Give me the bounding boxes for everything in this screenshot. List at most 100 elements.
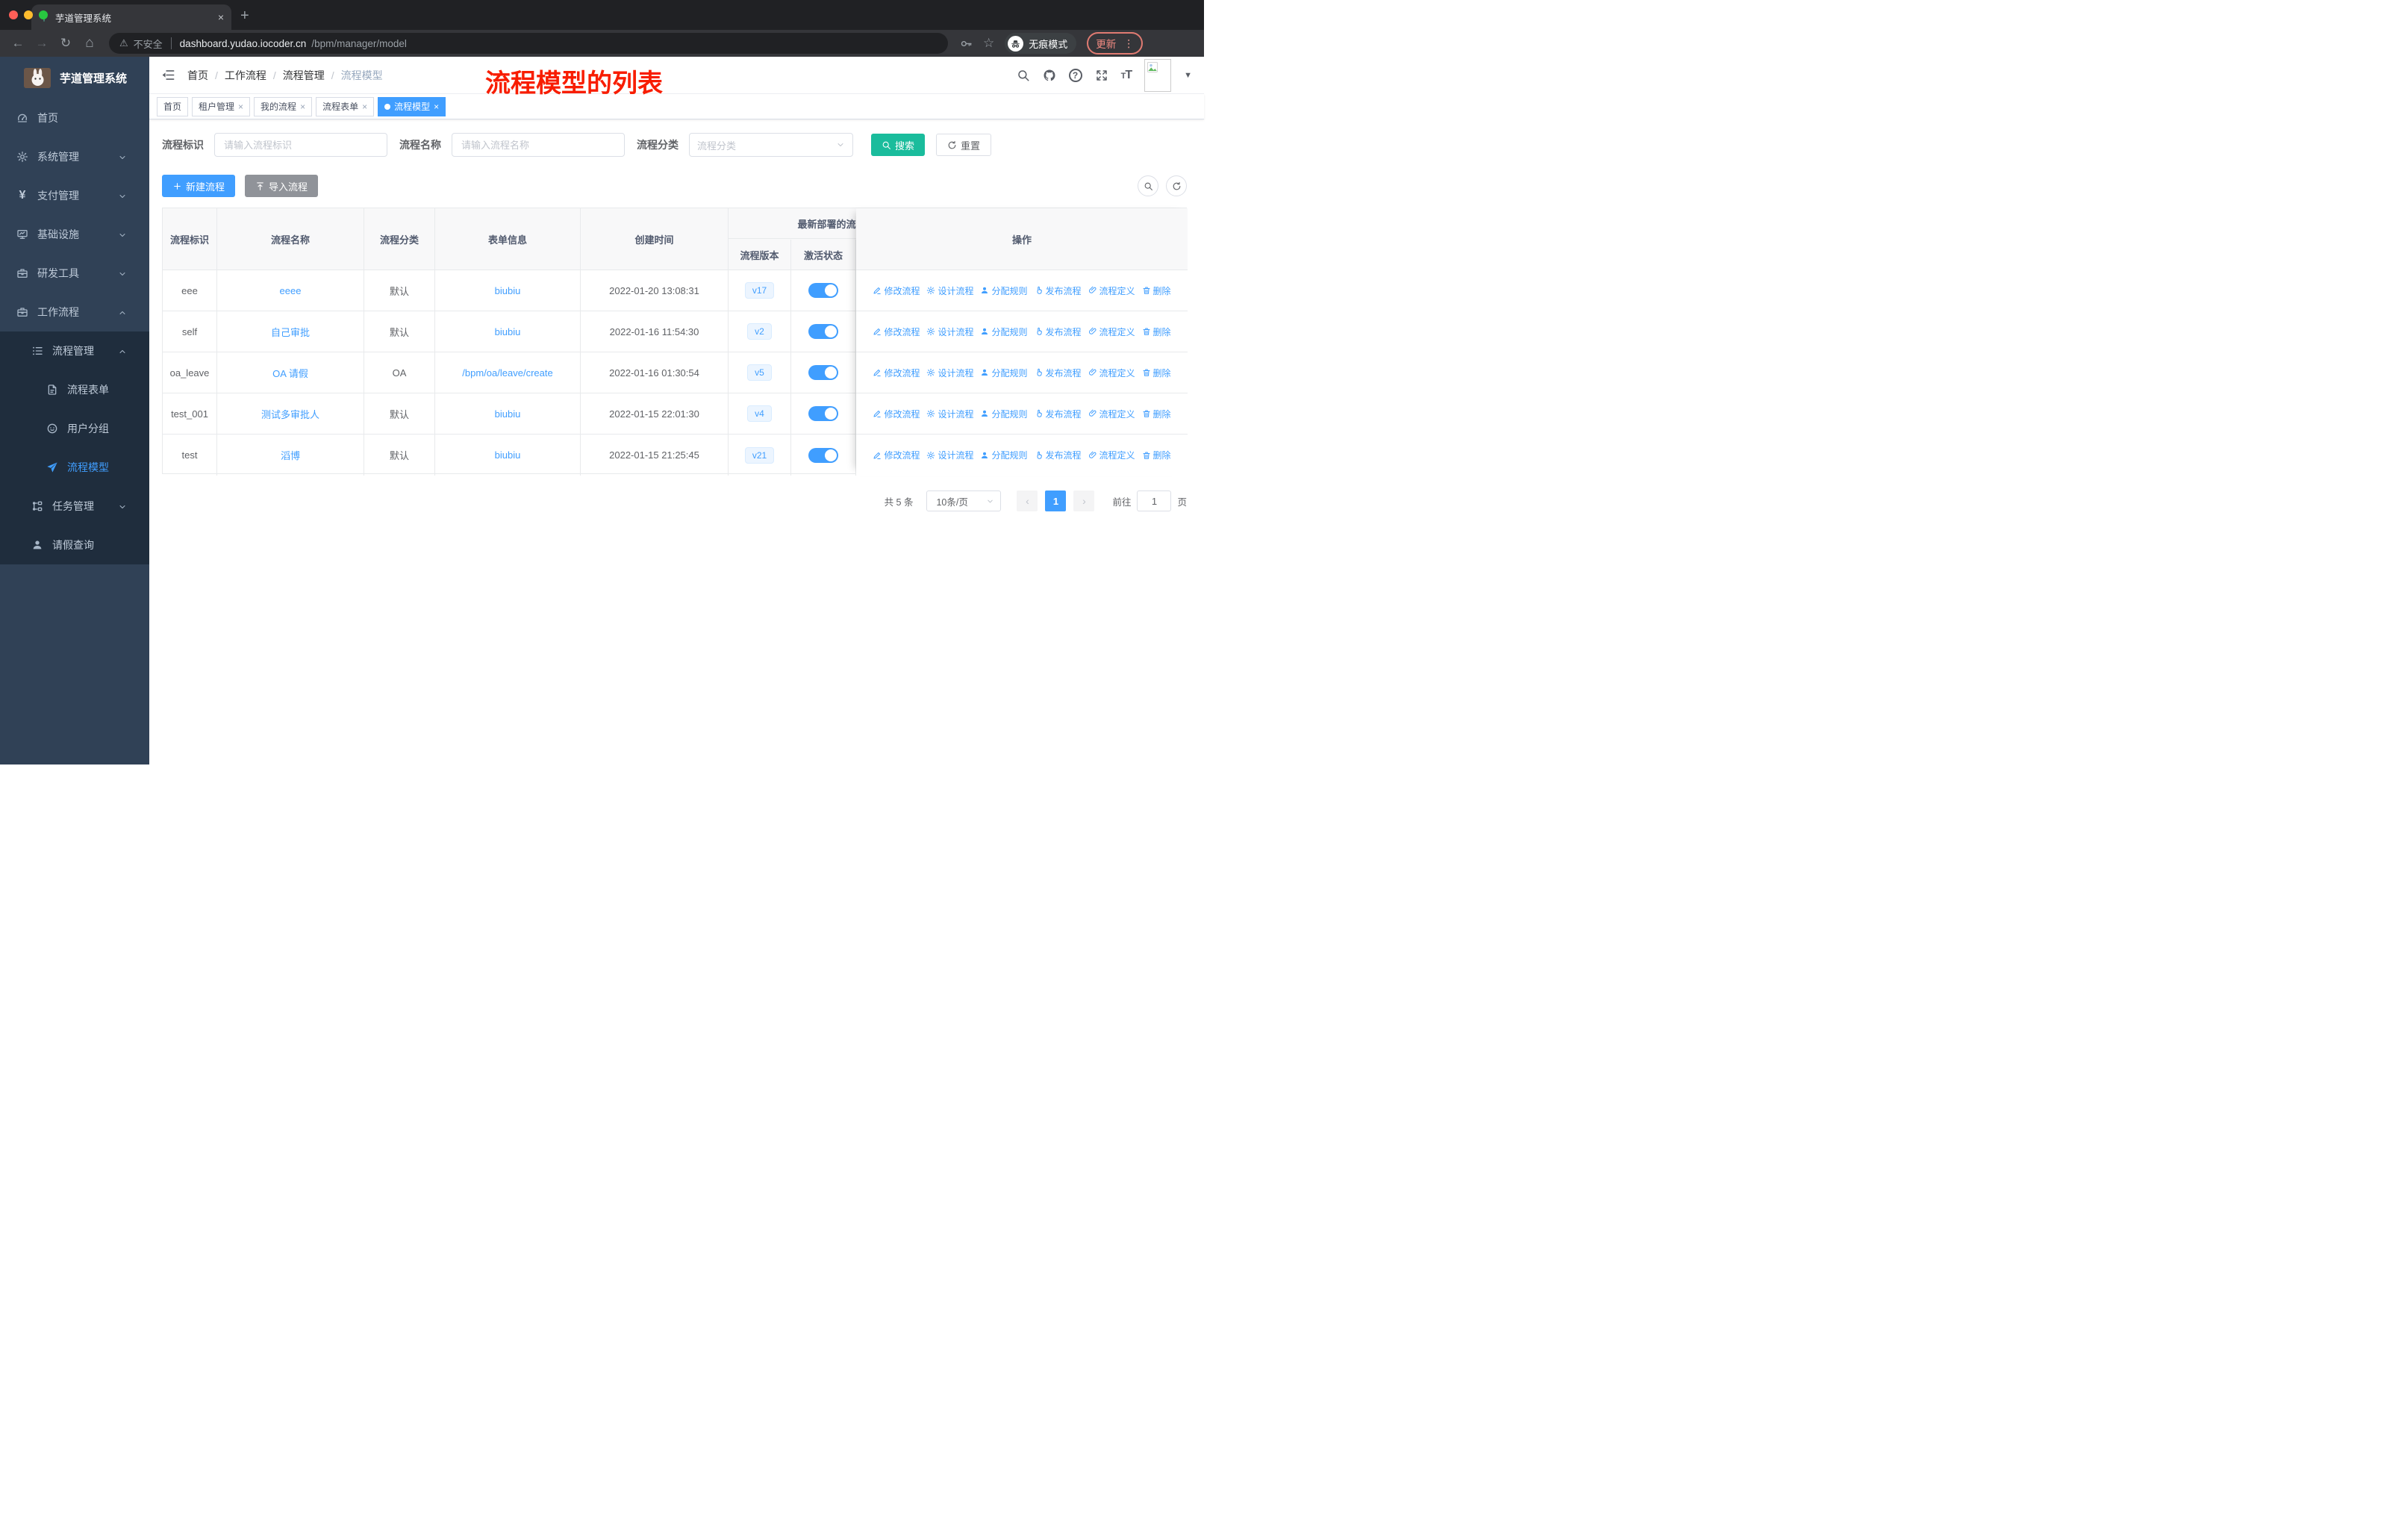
action-trash-link[interactable]: 删除 [1142,284,1171,297]
action-gear-link[interactable]: 设计流程 [926,326,973,338]
create-process-button[interactable]: 新建流程 [162,175,236,197]
action-user-link[interactable]: 分配规则 [980,326,1028,338]
sidebar-item-system[interactable]: 系统管理 [0,137,149,176]
tag-tab-首页[interactable]: 首页 [157,96,189,116]
address-bar[interactable]: ⚠ 不安全 dashboard.yudao.iocoder.cn/bpm/man… [109,33,948,54]
font-size-icon[interactable]: TT [1121,69,1132,82]
user-avatar[interactable] [1144,58,1172,92]
home-icon[interactable]: ⌂ [79,35,100,52]
name-filter-input[interactable] [452,133,625,157]
breadcrumb-item[interactable]: 流程管理 [283,68,325,83]
browser-menu-icon[interactable]: ⋮ [1123,37,1134,50]
security-label[interactable]: 不安全 [134,37,163,51]
key-icon[interactable] [960,37,973,50]
breadcrumb-item[interactable]: 首页 [187,68,208,83]
active-toggle[interactable] [808,283,838,298]
sidebar-item-process-model[interactable]: 流程模型 [0,448,149,487]
action-pencil-link[interactable]: 修改流程 [873,284,920,297]
action-paperclip-link[interactable]: 流程定义 [1088,449,1135,461]
action-gear-link[interactable]: 设计流程 [926,367,973,379]
action-trash-link[interactable]: 删除 [1142,408,1171,420]
sidebar-item-pay[interactable]: ¥ 支付管理 [0,176,149,215]
version-badge[interactable]: v2 [747,323,772,340]
close-tab-icon[interactable]: × [218,11,224,23]
back-icon[interactable]: ← [7,36,28,51]
process-name-link[interactable]: OA 请假 [272,366,308,380]
action-paperclip-link[interactable]: 流程定义 [1088,408,1135,420]
category-filter-select[interactable]: 流程分类 [689,133,853,157]
form-info-link[interactable]: biubiu [495,326,521,337]
active-toggle[interactable] [808,365,838,380]
tag-tab-流程模型[interactable]: 流程模型 × [378,96,446,116]
forward-icon[interactable]: → [31,36,52,51]
github-icon[interactable] [1043,69,1056,82]
tag-tab-租户管理[interactable]: 租户管理 × [192,96,251,116]
active-toggle[interactable] [808,406,838,421]
new-tab-button[interactable]: + [240,4,249,27]
breadcrumb-item[interactable]: 工作流程 [225,68,266,83]
action-user-link[interactable]: 分配规则 [980,284,1028,297]
form-info-link[interactable]: biubiu [495,285,521,296]
active-toggle[interactable] [808,447,838,463]
action-hand-link[interactable]: 发布流程 [1035,284,1082,297]
action-hand-link[interactable]: 发布流程 [1035,408,1082,420]
action-pencil-link[interactable]: 修改流程 [873,326,920,338]
action-hand-link[interactable]: 发布流程 [1035,449,1082,461]
close-tag-icon[interactable]: × [300,102,305,112]
sidebar-item-task-manage[interactable]: 任务管理 [0,487,149,526]
tag-tab-流程表单[interactable]: 流程表单 × [316,96,375,116]
avatar-caret-icon[interactable]: ▼ [1184,71,1192,80]
page-1-button[interactable]: 1 [1045,491,1067,511]
browser-tab[interactable]: 芋道管理系统 × [31,4,231,30]
action-hand-link[interactable]: 发布流程 [1035,367,1082,379]
action-user-link[interactable]: 分配规则 [980,408,1028,420]
close-tag-icon[interactable]: × [238,102,243,112]
action-paperclip-link[interactable]: 流程定义 [1088,326,1135,338]
reset-button[interactable]: 重置 [936,134,992,156]
action-gear-link[interactable]: 设计流程 [926,408,973,420]
goto-page-input[interactable] [1137,491,1172,511]
action-pencil-link[interactable]: 修改流程 [873,449,920,461]
sidebar-item-workflow[interactable]: 工作流程 [0,293,149,331]
close-tag-icon[interactable]: × [434,102,439,112]
action-paperclip-link[interactable]: 流程定义 [1088,284,1135,297]
bookmark-star-icon[interactable]: ☆ [983,36,994,51]
action-user-link[interactable]: 分配规则 [980,449,1028,461]
process-name-link[interactable]: eeee [280,285,302,296]
prev-page-button[interactable]: ‹ [1017,491,1038,511]
active-toggle[interactable] [808,324,838,339]
version-badge[interactable]: v21 [744,446,775,464]
action-paperclip-link[interactable]: 流程定义 [1088,367,1135,379]
version-badge[interactable]: v17 [744,282,775,299]
action-pencil-link[interactable]: 修改流程 [873,408,920,420]
action-gear-link[interactable]: 设计流程 [926,449,973,461]
update-button[interactable]: 更新 ⋮ [1087,32,1144,55]
refresh-table-button[interactable] [1166,175,1187,196]
sidebar-item-leave-query[interactable]: 请假查询 [0,526,149,564]
fullscreen-icon[interactable] [1095,69,1108,82]
sidebar-item-process-manage[interactable]: 流程管理 [0,331,149,370]
search-icon[interactable] [1017,69,1030,82]
version-badge[interactable]: v4 [747,405,772,422]
search-button[interactable]: 搜索 [871,134,926,156]
action-trash-link[interactable]: 删除 [1142,326,1171,338]
process-name-link[interactable]: 测试多审批人 [261,407,319,421]
action-gear-link[interactable]: 设计流程 [926,284,973,297]
action-trash-link[interactable]: 删除 [1142,367,1171,379]
action-trash-link[interactable]: 删除 [1142,449,1171,461]
form-info-link[interactable]: biubiu [495,449,521,461]
minimize-window-button[interactable] [24,10,33,19]
form-info-link[interactable]: biubiu [495,408,521,420]
sidebar-item-process-form[interactable]: 流程表单 [0,370,149,409]
help-icon[interactable]: ? [1068,68,1082,82]
process-name-link[interactable]: 滔博 [281,448,300,462]
maximize-window-button[interactable] [39,10,48,19]
close-tag-icon[interactable]: × [362,102,367,112]
tag-tab-我的流程[interactable]: 我的流程 × [254,96,313,116]
sidebar-item-home[interactable]: 首页 [0,99,149,137]
next-page-button[interactable]: › [1073,491,1095,511]
sidebar-item-user-group[interactable]: 用户分组 [0,409,149,448]
action-pencil-link[interactable]: 修改流程 [873,367,920,379]
key-filter-input[interactable] [214,133,387,157]
import-process-button[interactable]: 导入流程 [245,175,319,197]
